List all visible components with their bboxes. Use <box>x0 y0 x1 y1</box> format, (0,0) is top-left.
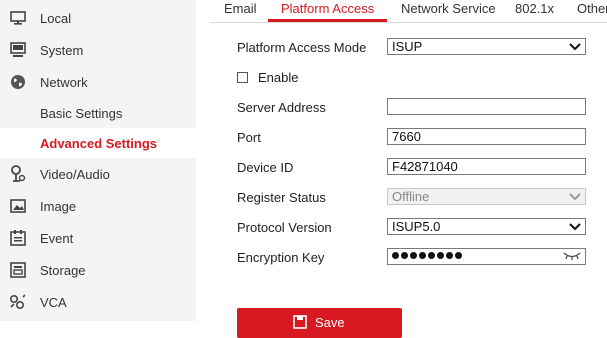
server-address-input[interactable] <box>387 98 586 115</box>
computer-icon <box>9 41 27 59</box>
globe-icon <box>9 73 27 91</box>
save-label: Save <box>315 315 345 330</box>
device-id-label: Device ID <box>237 160 294 175</box>
sidebar-item-event[interactable]: Event <box>0 223 196 253</box>
password-dot <box>410 252 417 259</box>
password-dot <box>419 252 426 259</box>
sidebar-item-label: Local <box>40 11 72 26</box>
vca-icon <box>9 293 27 311</box>
sidebar-item-advanced-settings[interactable]: Advanced Settings <box>0 128 196 158</box>
event-icon <box>9 229 27 247</box>
save-button[interactable]: Save <box>237 308 402 338</box>
image-icon <box>9 197 27 215</box>
eye-closed-icon[interactable] <box>563 250 581 262</box>
sidebar-item-local[interactable]: Local <box>0 3 196 33</box>
password-dot <box>392 252 399 259</box>
sidebar-item-label: Image <box>40 199 77 214</box>
device-id-input[interactable]: F42871040 <box>387 158 586 175</box>
register-status-label: Register Status <box>237 190 326 205</box>
sidebar-item-storage[interactable]: Storage <box>0 255 196 285</box>
chevron-down-icon <box>569 193 581 201</box>
select-value: Offline <box>392 189 430 204</box>
sidebar-item-label: Event <box>40 231 74 246</box>
encryption-key-label: Encryption Key <box>237 250 325 265</box>
password-dot <box>437 252 444 259</box>
storage-icon <box>9 261 27 279</box>
video-audio-icon <box>9 165 27 183</box>
sidebar-item-label: System <box>40 43 84 58</box>
enable-checkbox[interactable] <box>237 72 248 83</box>
encryption-key-input[interactable] <box>387 248 586 265</box>
protocol-version-select[interactable]: ISUP5.0 <box>387 218 586 235</box>
chevron-down-icon <box>569 223 581 231</box>
sidebar-item-vca[interactable]: VCA <box>0 287 196 317</box>
tab-platform-access[interactable]: Platform Access <box>281 1 374 16</box>
tab-network-service[interactable]: Network Service <box>401 1 496 16</box>
sidebar-item-label: Network <box>40 75 88 90</box>
port-label: Port <box>237 130 261 145</box>
platform-access-mode-select[interactable]: ISUP <box>387 38 586 55</box>
sidebar-item-video-audio[interactable]: Video/Audio <box>0 159 196 189</box>
sidebar-item-label: Video/Audio <box>40 167 110 182</box>
password-dots <box>392 252 462 259</box>
sidebar-item-image[interactable]: Image <box>0 191 196 221</box>
floppy-disk-icon <box>293 315 307 329</box>
select-value: ISUP5.0 <box>392 219 441 234</box>
sidebar-item-label: Basic Settings <box>40 106 123 121</box>
server-address-label: Server Address <box>237 100 326 115</box>
select-value: ISUP <box>392 39 423 54</box>
tab-other[interactable]: Other <box>577 1 607 16</box>
tab-email[interactable]: Email <box>224 1 257 16</box>
register-status-select: Offline <box>387 188 586 205</box>
enable-label: Enable <box>258 70 299 85</box>
tab-802-1x[interactable]: 802.1x <box>515 1 554 16</box>
password-dot <box>455 252 462 259</box>
protocol-version-label: Protocol Version <box>237 220 332 235</box>
sidebar-item-label: Storage <box>40 263 86 278</box>
sidebar-item-label: VCA <box>40 295 67 310</box>
active-tab-indicator <box>268 19 387 22</box>
sidebar: Local System Network Basic Settings Adva… <box>0 0 196 321</box>
password-dot <box>446 252 453 259</box>
monitor-icon <box>9 9 27 27</box>
port-input[interactable]: 7660 <box>387 128 586 145</box>
chevron-down-icon <box>569 43 581 51</box>
sidebar-item-network[interactable]: Network <box>0 67 196 97</box>
password-dot <box>428 252 435 259</box>
sidebar-item-basic-settings[interactable]: Basic Settings <box>0 98 196 128</box>
sidebar-item-label: Advanced Settings <box>40 136 158 151</box>
password-dot <box>401 252 408 259</box>
platform-access-mode-label: Platform Access Mode <box>237 40 367 55</box>
sidebar-item-system[interactable]: System <box>0 35 196 65</box>
